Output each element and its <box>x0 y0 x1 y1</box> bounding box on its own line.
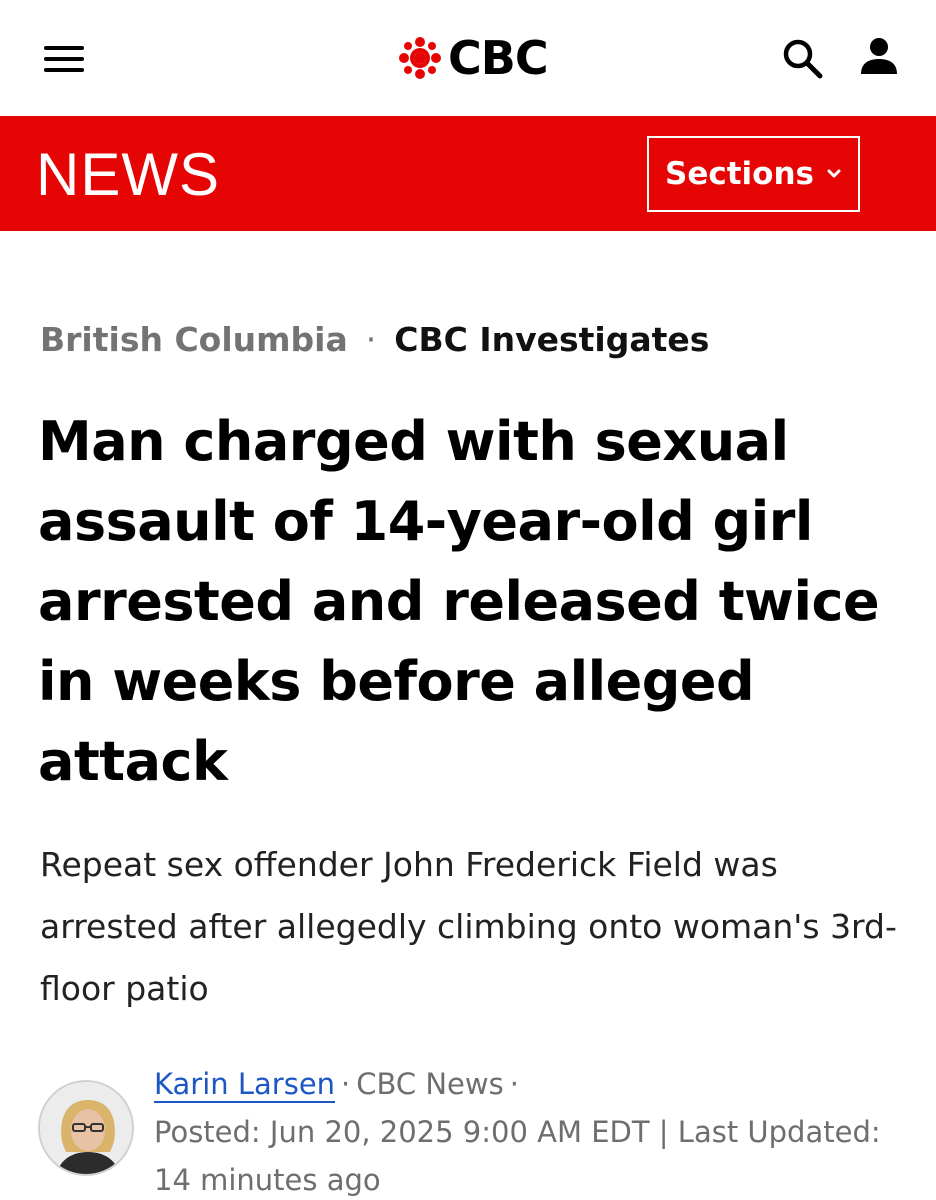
news-section-bar: NEWS Sections <box>0 116 936 231</box>
sections-button[interactable]: Sections <box>647 136 860 212</box>
menu-line <box>44 68 84 72</box>
breadcrumb: British Columbia · CBC Investigates <box>40 318 709 362</box>
article-deck: Repeat sex offender John Frederick Field… <box>40 845 897 1008</box>
user-account-icon[interactable] <box>858 36 900 78</box>
menu-line <box>44 57 84 61</box>
hamburger-menu-icon[interactable] <box>44 44 84 74</box>
logo-text: CBC <box>448 31 549 85</box>
breadcrumb-series[interactable]: CBC Investigates <box>394 320 709 359</box>
byline-outlet: CBC News <box>356 1067 504 1101</box>
byline-separator: · <box>341 1067 351 1101</box>
byline-separator: · <box>509 1067 519 1101</box>
breadcrumb-region[interactable]: British Columbia <box>40 320 348 359</box>
search-icon[interactable] <box>780 36 824 80</box>
author-link[interactable]: Karin Larsen <box>154 1067 336 1103</box>
news-title[interactable]: NEWS <box>36 142 220 208</box>
byline-meta: Karin Larsen · CBC News · Posted: Jun 20, 2… <box>154 1060 914 1200</box>
cbc-gem-logo-icon <box>399 37 441 79</box>
chevron-down-icon <box>827 169 841 178</box>
byline: Karin Larsen · CBC News · Posted: Jun 20, 2… <box>38 1060 918 1200</box>
breadcrumb-separator: · <box>365 320 377 359</box>
posted-timestamp: Posted: Jun 20, 2025 9:00 AM EDT | Last … <box>154 1115 881 1197</box>
sections-label: Sections <box>665 156 814 192</box>
top-header: CBC <box>0 0 936 116</box>
menu-line <box>44 46 84 50</box>
cbc-logo[interactable]: CBC <box>398 32 568 84</box>
article-headline: Man charged with sexual assault of 14-ye… <box>38 410 880 793</box>
author-avatar[interactable] <box>38 1080 134 1176</box>
